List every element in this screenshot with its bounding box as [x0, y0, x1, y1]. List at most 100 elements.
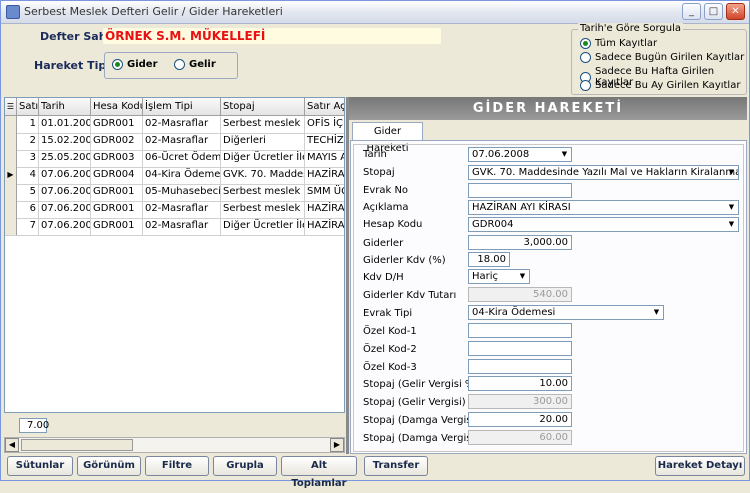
query-option-today[interactable]: Sadece Bugün Girilen Kayıtlar — [580, 52, 744, 63]
cell-stopaj[interactable]: Serbest meslek İşle — [221, 201, 305, 218]
cell-satir[interactable]: 6 — [17, 201, 39, 218]
cell-hesap-kodu[interactable]: GDR001 — [91, 184, 143, 201]
cell-islem-tipi[interactable]: 06-Ücret Ödemele — [143, 150, 221, 167]
grid-column-chooser-icon[interactable]: ☰ — [5, 98, 17, 115]
radio-gider[interactable]: Gider — [112, 59, 158, 70]
cell-hesap-kodu[interactable]: GDR002 — [91, 133, 143, 150]
cell-tarih[interactable]: 07.06.2008 — [39, 201, 91, 218]
grupla-button[interactable]: Grupla — [213, 456, 277, 476]
cell-aciklama[interactable]: HAZİRA — [305, 167, 344, 184]
cell-stopaj[interactable]: GVK. 70. Maddesin — [221, 167, 305, 184]
chevron-down-icon[interactable]: ▼ — [651, 307, 662, 318]
cell-stopaj[interactable]: Serbest meslek İşle — [221, 116, 305, 133]
stopaj-damga-yuzde-input[interactable]: 20.00 — [468, 412, 572, 427]
table-row[interactable]: 507.06.2008GDR00105-Muhasebeci ÖSerbest … — [5, 184, 344, 202]
records-grid[interactable]: ☰ Satır Tarih Hesa Kodu İşlem Tipi Stopa… — [4, 97, 345, 413]
stopaj-gelir-yuzde-input[interactable]: 10.00 — [468, 376, 572, 391]
chevron-down-icon[interactable]: ▼ — [726, 219, 737, 230]
cell-hesap-kodu[interactable]: GDR004 — [91, 167, 143, 184]
query-option-month-circle[interactable] — [580, 80, 591, 91]
cell-islem-tipi[interactable]: 02-Masraflar — [143, 201, 221, 218]
ozel-kod-1-input[interactable] — [468, 323, 572, 338]
cell-islem-tipi[interactable]: 02-Masraflar — [143, 218, 221, 235]
row-indicator[interactable] — [5, 116, 17, 133]
cell-aciklama[interactable]: OFİS İÇ — [305, 116, 344, 133]
evrak-no-input[interactable] — [468, 183, 572, 198]
hareket-detayi-button[interactable]: Hareket Detayı — [655, 456, 745, 476]
radio-gider-circle[interactable] — [112, 59, 123, 70]
title-bar[interactable]: Serbest Meslek Defteri Gelir / Gider Har… — [1, 1, 749, 24]
cell-satir[interactable]: 4 — [17, 167, 39, 184]
panel-splitter[interactable] — [346, 97, 349, 454]
cell-satir[interactable]: 7 — [17, 218, 39, 235]
cell-stopaj[interactable]: Diğerleri — [221, 133, 305, 150]
giderler-kdv-input[interactable]: 18.00 — [468, 252, 510, 267]
chevron-down-icon[interactable]: ▼ — [517, 271, 528, 282]
radio-gelir-circle[interactable] — [174, 59, 185, 70]
table-row[interactable]: 325.05.2008GDR00306-Ücret ÖdemeleDiğer Ü… — [5, 150, 344, 168]
chevron-down-icon[interactable]: ▼ — [559, 149, 570, 160]
col-header-islem-tipi[interactable]: İşlem Tipi — [143, 98, 221, 115]
grid-horizontal-scrollbar[interactable]: ◀ ▶ — [4, 437, 345, 453]
table-row[interactable]: 707.06.2008GDR00102-MasraflarDiğer Ücret… — [5, 218, 344, 236]
cell-islem-tipi[interactable]: 02-Masraflar — [143, 133, 221, 150]
tarih-picker[interactable]: 07.06.2008 ▼ — [468, 147, 572, 162]
col-header-stopaj[interactable]: Stopaj — [221, 98, 305, 115]
cell-islem-tipi[interactable]: 05-Muhasebeci Ö — [143, 184, 221, 201]
table-row[interactable]: ▶407.06.2008GDR00404-Kira ÖdemesiGVK. 70… — [5, 167, 344, 185]
col-header-hesap-kodu[interactable]: Hesa Kodu — [91, 98, 143, 115]
current-row-indicator-icon[interactable]: ▶ — [5, 167, 17, 184]
cell-satir[interactable]: 3 — [17, 150, 39, 167]
cell-stopaj[interactable]: Diğer Ücretler İle Ü — [221, 150, 305, 167]
kdv-dh-select[interactable]: Hariç ▼ — [468, 269, 530, 284]
cell-satir[interactable]: 2 — [17, 133, 39, 150]
chevron-down-icon[interactable]: ▼ — [726, 167, 737, 178]
sutunlar-button[interactable]: Sütunlar — [7, 456, 73, 476]
table-row[interactable]: 101.01.2008GDR00102-MasraflarSerbest mes… — [5, 116, 344, 134]
row-indicator[interactable] — [5, 184, 17, 201]
query-option-all-circle[interactable] — [580, 38, 591, 49]
scroll-left-icon[interactable]: ◀ — [5, 438, 19, 452]
row-indicator[interactable] — [5, 201, 17, 218]
cell-tarih[interactable]: 07.06.2008 — [39, 167, 91, 184]
row-indicator[interactable] — [5, 218, 17, 235]
cell-hesap-kodu[interactable]: GDR001 — [91, 218, 143, 235]
gorunum-button[interactable]: Görünüm — [77, 456, 141, 476]
alt-toplamlar-button[interactable]: Alt Toplamlar — [281, 456, 357, 489]
filtre-button[interactable]: Filtre — [145, 456, 209, 476]
query-option-month[interactable]: Sadece Bu Ay Girilen Kayıtlar — [580, 80, 740, 91]
cell-hesap-kodu[interactable]: GDR001 — [91, 201, 143, 218]
scroll-right-icon[interactable]: ▶ — [330, 438, 344, 452]
cell-hesap-kodu[interactable]: GDR003 — [91, 150, 143, 167]
cell-tarih[interactable]: 25.05.2008 — [39, 150, 91, 167]
tab-gider-hareketi[interactable]: Gider Hareketi — [352, 122, 423, 154]
cell-islem-tipi[interactable]: 02-Masraflar — [143, 116, 221, 133]
hesap-kodu-select[interactable]: GDR004 ▼ — [468, 217, 739, 232]
ozel-kod-2-input[interactable] — [468, 341, 572, 356]
scroll-thumb[interactable] — [21, 439, 133, 451]
cell-aciklama[interactable]: MAYIS A — [305, 150, 344, 167]
ozel-kod-3-input[interactable] — [468, 359, 572, 374]
cell-tarih[interactable]: 07.06.2008 — [39, 184, 91, 201]
giderler-input[interactable]: 3,000.00 — [468, 235, 572, 250]
cell-tarih[interactable]: 01.01.2008 — [39, 116, 91, 133]
cell-aciklama[interactable]: TECHİZ — [305, 133, 344, 150]
cell-aciklama[interactable]: SMM ÜC — [305, 184, 344, 201]
minimize-button[interactable]: _ — [682, 3, 701, 20]
close-button[interactable]: ✕ — [726, 3, 745, 20]
cell-aciklama[interactable]: HAZİRA — [305, 218, 344, 235]
query-option-today-circle[interactable] — [580, 52, 591, 63]
cell-islem-tipi[interactable]: 04-Kira Ödemesi — [143, 167, 221, 184]
col-header-tarih[interactable]: Tarih — [39, 98, 91, 115]
cell-tarih[interactable]: 07.06.2008 — [39, 218, 91, 235]
stopaj-select[interactable]: GVK. 70. Maddesinde Yazılı Mal ve Haklar… — [468, 165, 739, 180]
evrak-tipi-select[interactable]: 04-Kira Ödemesi ▼ — [468, 305, 664, 320]
table-row[interactable]: 215.02.2008GDR00202-MasraflarDiğerleriTE… — [5, 133, 344, 151]
radio-gelir[interactable]: Gelir — [174, 59, 216, 70]
query-option-all[interactable]: Tüm Kayıtlar — [580, 38, 657, 49]
transfer-button[interactable]: Transfer — [364, 456, 428, 476]
cell-stopaj[interactable]: Serbest meslek İşle — [221, 184, 305, 201]
cell-satir[interactable]: 5 — [17, 184, 39, 201]
cell-hesap-kodu[interactable]: GDR001 — [91, 116, 143, 133]
cell-satir[interactable]: 1 — [17, 116, 39, 133]
